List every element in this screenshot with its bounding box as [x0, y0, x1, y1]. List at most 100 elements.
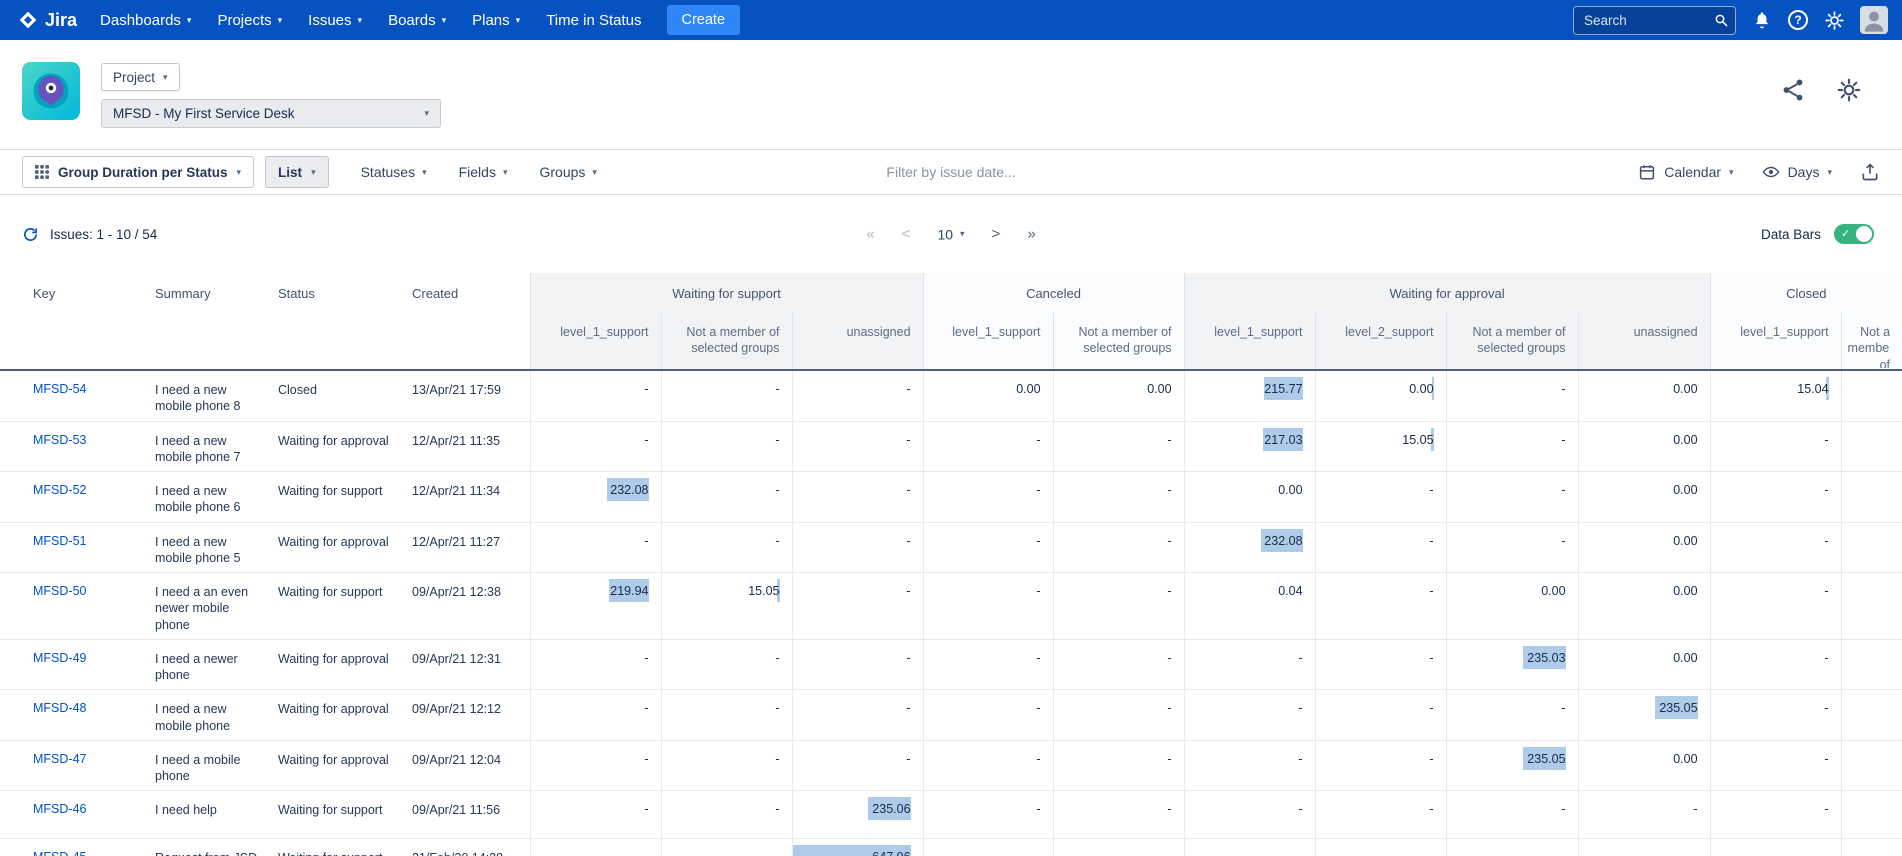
- column-header-created: Created: [397, 273, 530, 370]
- notifications-icon[interactable]: [1751, 9, 1773, 31]
- issue-created-date: 09/Apr/21 12:04: [397, 740, 530, 791]
- duration-cell: 0.00: [1578, 740, 1710, 791]
- first-page-button[interactable]: «: [866, 226, 874, 243]
- duration-cell: -: [661, 472, 792, 523]
- view-mode-button[interactable]: List ▾: [265, 156, 329, 188]
- prev-page-button[interactable]: <: [902, 226, 911, 243]
- project-avatar[interactable]: [22, 62, 80, 120]
- nav-item-plans[interactable]: Plans▾: [459, 0, 533, 40]
- refresh-icon[interactable]: [22, 226, 39, 243]
- duration-cell: -: [1053, 690, 1184, 741]
- duration-cell: -: [1053, 740, 1184, 791]
- duration-cell: 235.03: [1446, 639, 1578, 690]
- duration-cell: -: [923, 522, 1053, 573]
- help-icon[interactable]: ?: [1788, 10, 1808, 30]
- issue-key-link[interactable]: MFSD-46: [33, 802, 86, 816]
- toolbar-dropdowns: Statuses▾ Fields▾ Groups▾: [361, 164, 597, 180]
- issue-created-date: 12/Apr/21 11:35: [397, 421, 530, 472]
- page-size-dropdown[interactable]: 10 ▾: [937, 226, 964, 242]
- duration-cell: 0.00: [1578, 472, 1710, 523]
- export-icon[interactable]: [1860, 162, 1880, 182]
- duration-cell: -: [661, 740, 792, 791]
- issue-summary: I need a an even newer mobile phone: [140, 573, 263, 640]
- project-type-dropdown[interactable]: Project ▾: [101, 63, 180, 91]
- issue-key-link[interactable]: MFSD-49: [33, 651, 86, 665]
- nav-item-time-in-status[interactable]: Time in Status: [533, 0, 654, 40]
- duration-cell: 235.05: [1446, 740, 1578, 791]
- issue-created-date: 12/Apr/21 11:34: [397, 472, 530, 523]
- nav-item-issues[interactable]: Issues▾: [295, 0, 375, 40]
- chevron-down-icon: ▾: [163, 73, 168, 82]
- issue-key-cell: MFSD-50: [0, 573, 140, 640]
- duration-cell: 0.04: [1184, 573, 1315, 640]
- duration-cell: -: [923, 740, 1053, 791]
- duration-cell: -: [1315, 740, 1446, 791]
- settings-gear-icon[interactable]: [1823, 9, 1845, 31]
- duration-cell: 15.05: [1315, 421, 1446, 472]
- eye-icon: [1762, 163, 1780, 181]
- issue-row: MFSD-51I need a new mobile phone 5Waitin…: [0, 522, 1902, 573]
- issue-key-link[interactable]: MFSD-51: [33, 534, 86, 548]
- user-avatar[interactable]: [1860, 6, 1888, 34]
- issue-key-link[interactable]: MFSD-47: [33, 752, 86, 766]
- duration-cell: -: [1446, 522, 1578, 573]
- issue-key-link[interactable]: MFSD-53: [33, 433, 86, 447]
- next-page-button[interactable]: >: [992, 226, 1001, 243]
- issue-key-link[interactable]: MFSD-54: [33, 382, 86, 396]
- groups-dropdown[interactable]: Groups▾: [540, 164, 597, 180]
- duration-table: KeySummaryStatusCreatedWaiting for suppo…: [0, 273, 1902, 856]
- duration-cell: [1841, 573, 1902, 640]
- issue-summary: I need a new mobile phone 5: [140, 522, 263, 573]
- last-page-button[interactable]: »: [1027, 226, 1035, 243]
- report-settings-gear-icon[interactable]: [1836, 77, 1862, 103]
- report-type-button[interactable]: Group Duration per Status ▾: [22, 156, 254, 188]
- jira-logo-icon: [18, 10, 38, 30]
- duration-cell: -: [661, 791, 792, 839]
- issue-status: Closed: [263, 370, 397, 421]
- duration-cell: -: [1446, 370, 1578, 421]
- duration-cell: -: [1053, 573, 1184, 640]
- issue-created-date: 09/Apr/21 12:12: [397, 690, 530, 741]
- jira-logo[interactable]: Jira: [14, 10, 87, 31]
- duration-cell: -: [1184, 690, 1315, 741]
- fields-dropdown[interactable]: Fields▾: [459, 164, 508, 180]
- create-button[interactable]: Create: [667, 5, 741, 35]
- nav-item-projects[interactable]: Projects▾: [204, 0, 295, 40]
- duration-cell: 0.00: [1184, 472, 1315, 523]
- calendar-dropdown[interactable]: Calendar ▾: [1638, 163, 1733, 181]
- duration-cell: -: [1315, 690, 1446, 741]
- issue-summary: I need help: [140, 791, 263, 839]
- issue-row: MFSD-46I need helpWaiting for support09/…: [0, 791, 1902, 839]
- nav-item-dashboards[interactable]: Dashboards▾: [87, 0, 204, 40]
- project-select[interactable]: MFSD - My First Service Desk ▾: [101, 99, 441, 128]
- page-size-value: 10: [937, 226, 953, 242]
- duration-cell: -: [1446, 690, 1578, 741]
- chevron-down-icon: ▾: [237, 168, 242, 177]
- table-header: KeySummaryStatusCreatedWaiting for suppo…: [0, 273, 1902, 370]
- issue-key-cell: MFSD-51: [0, 522, 140, 573]
- duration-cell: 219.94: [530, 573, 661, 640]
- column-header-level-2-support: level_2_support: [1315, 313, 1446, 370]
- duration-cell: -: [792, 370, 923, 421]
- duration-cell: [1841, 791, 1902, 839]
- issue-key-link[interactable]: MFSD-52: [33, 483, 86, 497]
- status-group-header-canceled: Canceled: [923, 273, 1184, 313]
- chevron-down-icon: ▾: [187, 16, 192, 25]
- issue-key-cell: MFSD-54: [0, 370, 140, 421]
- duration-cell: 0.00: [1446, 573, 1578, 640]
- status-group-header-waiting-for-approval: Waiting for approval: [1184, 273, 1710, 313]
- time-unit-dropdown[interactable]: Days ▾: [1762, 163, 1832, 181]
- duration-cell: 0.00: [1578, 421, 1710, 472]
- share-icon[interactable]: [1780, 77, 1806, 103]
- issue-key-link[interactable]: MFSD-50: [33, 584, 86, 598]
- data-bars-toggle[interactable]: ✓: [1834, 224, 1874, 244]
- issue-key-link[interactable]: MFSD-48: [33, 701, 86, 715]
- nav-item-boards[interactable]: Boards▾: [375, 0, 459, 40]
- search-input[interactable]: [1573, 6, 1736, 35]
- duration-cell: -: [1053, 421, 1184, 472]
- duration-cell: -: [530, 370, 661, 421]
- issue-key-link[interactable]: MFSD-45: [33, 850, 86, 856]
- statuses-dropdown[interactable]: Statuses▾: [361, 164, 427, 180]
- duration-cell: -: [923, 573, 1053, 640]
- duration-cell: -: [530, 421, 661, 472]
